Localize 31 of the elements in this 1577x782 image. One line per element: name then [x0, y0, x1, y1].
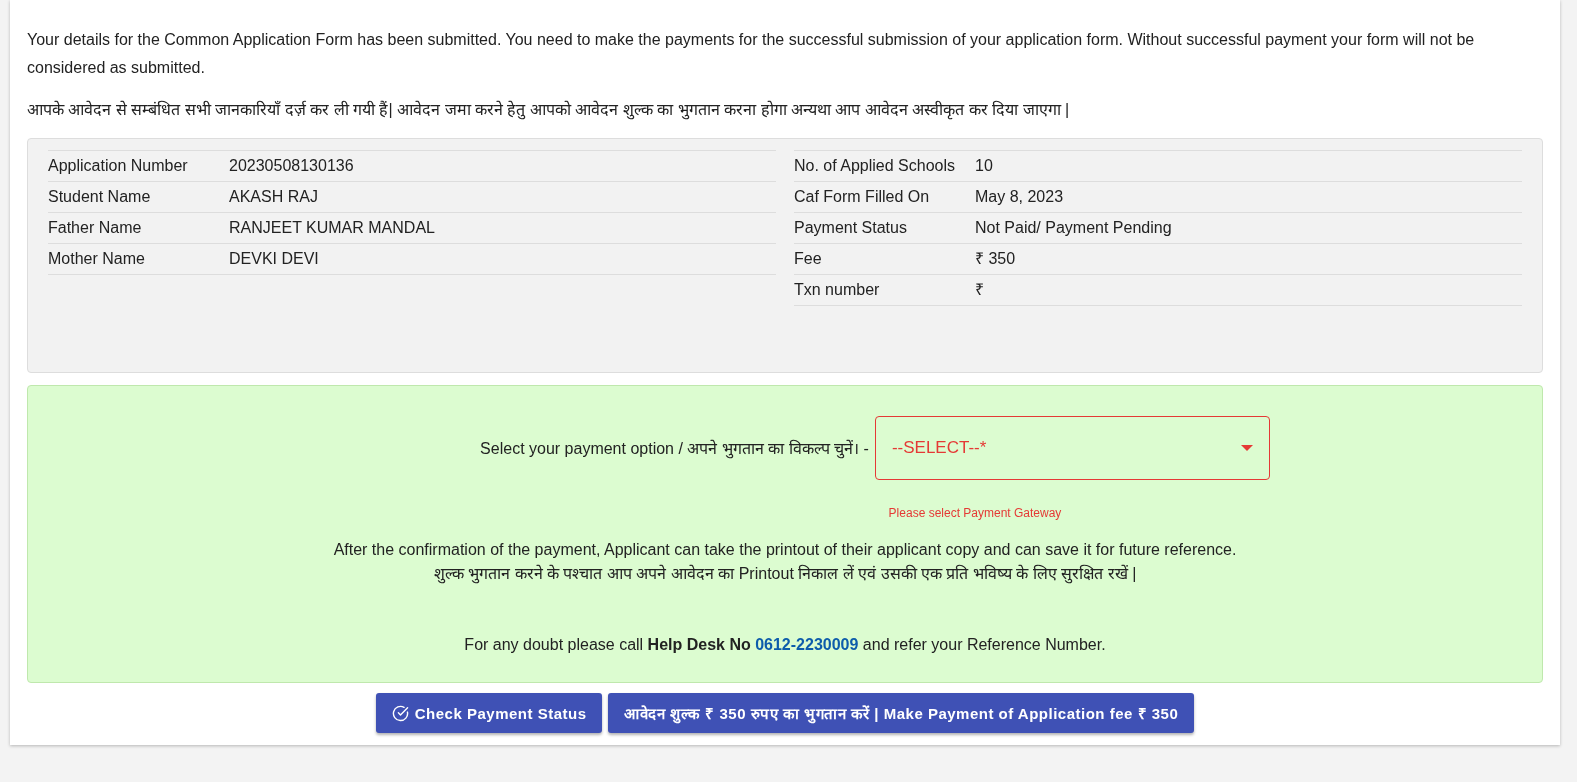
detail-value: 20230508130136	[229, 151, 776, 182]
helpdesk-phone-link[interactable]: 0612-2230009	[755, 635, 859, 653]
caret-icon	[1240, 444, 1253, 451]
help-text: For any doubt please call Help Desk No 0612-2230009 and refer your Reference Number.	[464, 635, 1106, 654]
notice-text: आपके आवेदन से सम्बंधित सभी जानकारियाँ दर्ज़ कर ली गयी हैं| आवेदन जमा करने हेतु आपको आवेदन शुल्क का भुगतान करना होगा अन्यथा आप आवेदन अस्वीकृत कर दिया जाएगा |	[27, 99, 1071, 122]
detail-value: RANJEET KUMAR MANDAL	[229, 213, 776, 244]
payment-option-label: Select your payment option / अपने भुगतान का विकल्प चुनें। -	[480, 438, 869, 459]
payment-select[interactable]: --SELECT--*	[874, 415, 1270, 480]
info-text: शुल्क भुगतान करने के पश्चात आप अपने आवेदन का Printout निकाल लें एवं उसकी एक प्रति भविष्य के लिए सुरक्षित रखें |	[433, 563, 1137, 586]
detail-label: Student Name	[48, 182, 229, 213]
check-status-button[interactable]: Check Payment Status	[375, 693, 603, 733]
make-payment-button[interactable]: आवेदन शुल्क ₹ 350 रुपए का भुगतान करें | Make Payment of Application fee ₹ 350	[608, 693, 1195, 733]
detail-label: Fee	[794, 244, 975, 275]
check-circle-icon	[391, 704, 409, 722]
detail-value: AKASH RAJ	[229, 182, 776, 213]
notice-text: Your details for the Common Application Form has been submitted. You need to make the payments for the successful submission of your application form. Without successful payment your form will not be considered as submitted.	[27, 30, 1476, 78]
detail-value: ₹ 350	[975, 244, 1522, 275]
detail-label: Txn number	[794, 275, 975, 306]
detail-value: ₹	[975, 275, 1522, 306]
detail-value: 10	[975, 151, 1522, 182]
detail-value: DEVKI DEVI	[229, 244, 776, 275]
detail-value: May 8, 2023	[975, 182, 1522, 213]
error-text: Please select Payment Gateway	[888, 505, 1062, 520]
detail-label: Payment Status	[794, 213, 975, 244]
detail-label: Application Number	[48, 151, 229, 182]
info-text: After the confirmation of the payment, Applicant can take the printout of their applicant copy and can save it for future reference.	[333, 539, 1237, 560]
detail-value: Not Paid/ Payment Pending	[975, 213, 1522, 244]
detail-label: Father Name	[48, 213, 229, 244]
detail-label: Caf Form Filled On	[794, 182, 975, 213]
detail-label: Mother Name	[48, 244, 229, 275]
detail-label: No. of Applied Schools	[794, 151, 975, 182]
